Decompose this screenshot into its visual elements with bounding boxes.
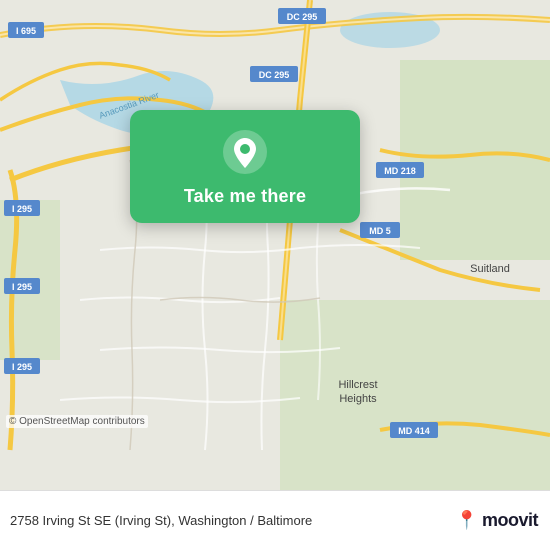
svg-text:DC 295: DC 295 — [287, 12, 318, 22]
svg-text:DC 295: DC 295 — [259, 70, 290, 80]
moovit-brand-name: moovit — [482, 510, 538, 531]
address-text: 2758 Irving St SE (Irving St), Washingto… — [10, 513, 456, 528]
copyright-text: © OpenStreetMap contributors — [6, 415, 148, 428]
svg-text:Suitland: Suitland — [470, 263, 510, 275]
location-pin-icon — [221, 128, 269, 176]
svg-text:I 295: I 295 — [12, 362, 32, 372]
svg-text:I 295: I 295 — [12, 282, 32, 292]
svg-text:MD 218: MD 218 — [384, 166, 416, 176]
map-container: DC 295 DC 295 I 695 I 295 I 295 I 295 MD… — [0, 0, 550, 490]
location-card: Take me there — [130, 110, 360, 223]
svg-text:I 295: I 295 — [12, 204, 32, 214]
svg-text:MD 414: MD 414 — [398, 426, 430, 436]
moovit-pin-icon: 📍 — [456, 510, 478, 531]
svg-text:I 695: I 695 — [16, 26, 36, 36]
moovit-logo: 📍 moovit — [456, 510, 538, 531]
info-bar: 2758 Irving St SE (Irving St), Washingto… — [0, 490, 550, 550]
svg-text:Heights: Heights — [339, 393, 377, 405]
svg-text:MD 5: MD 5 — [369, 226, 391, 236]
svg-text:Hillcrest: Hillcrest — [338, 379, 377, 391]
take-me-there-button[interactable]: Take me there — [184, 186, 306, 207]
